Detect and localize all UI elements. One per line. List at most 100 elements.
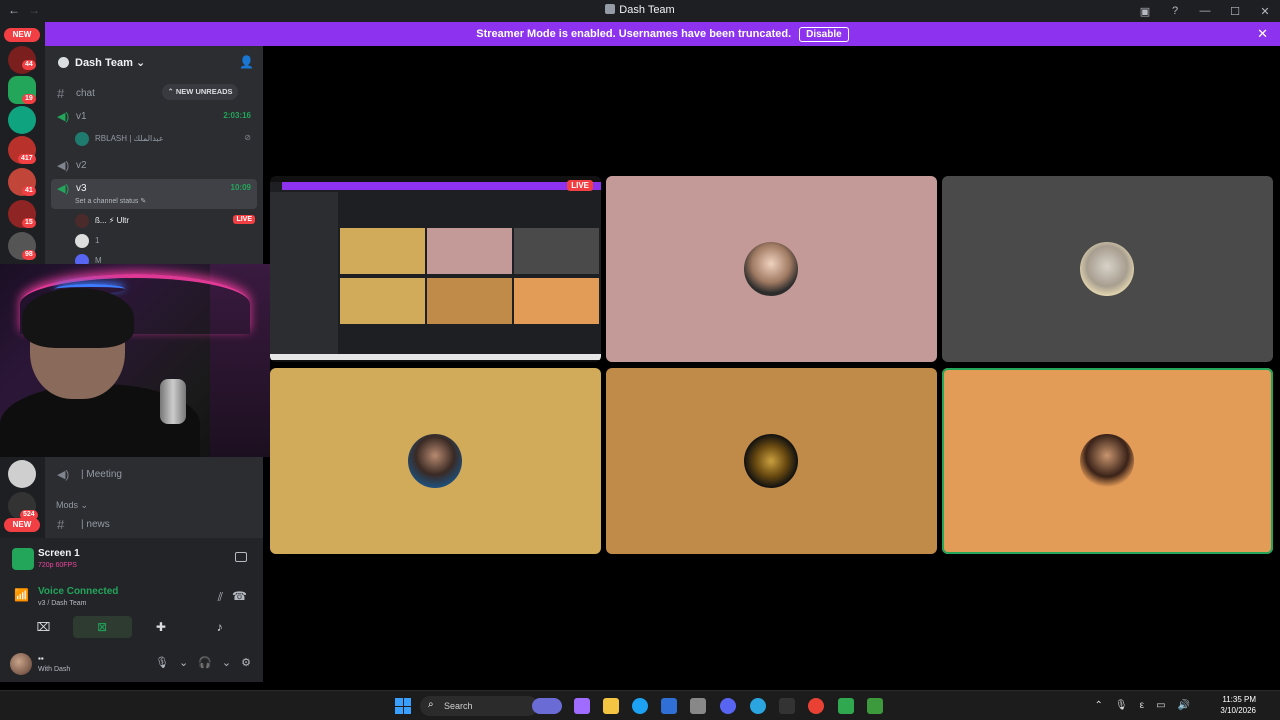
app-icon[interactable] bbox=[838, 698, 854, 714]
voice-channel-v3[interactable]: ◀) v3 10:09 Set a channel status ✎ bbox=[51, 179, 257, 209]
user-name: ▪▪ bbox=[38, 654, 44, 663]
screen-share-tile[interactable]: LIVE bbox=[270, 176, 601, 362]
start-button[interactable] bbox=[395, 698, 411, 714]
close-banner-icon[interactable]: ✕ bbox=[1257, 26, 1268, 42]
participant-tile[interactable] bbox=[270, 368, 601, 554]
channel-status[interactable]: Set a channel status ✎ bbox=[75, 197, 146, 205]
share-screen-button[interactable]: ⊠ bbox=[72, 616, 132, 638]
headphones-icon[interactable]: 🎧 bbox=[198, 656, 212, 669]
stop-stream-button[interactable] bbox=[235, 552, 247, 562]
window-title: Dash Team bbox=[0, 4, 1280, 16]
server-icon-9[interactable]: 524 bbox=[8, 492, 38, 520]
disable-button[interactable]: Disable bbox=[799, 26, 849, 42]
volume-icon[interactable]: 🔊 bbox=[1178, 700, 1190, 711]
user-avatar[interactable] bbox=[10, 653, 32, 675]
shared-screen bbox=[270, 182, 601, 360]
server-icon-4[interactable]: 417 bbox=[8, 136, 36, 164]
chevron-down-icon: ⌄ bbox=[80, 500, 89, 510]
voice-user-streamer[interactable]: ß... ⚡ Ultr LIVE bbox=[75, 212, 255, 230]
voice-channel-meeting[interactable]: ◀) | Meeting bbox=[51, 465, 257, 485]
server-icon-8[interactable] bbox=[8, 460, 36, 488]
screen-share-icon bbox=[12, 548, 34, 570]
banner-text: Streamer Mode is enabled. Usernames have… bbox=[476, 28, 792, 40]
keyboard-icon[interactable]: ε bbox=[1140, 700, 1144, 711]
inbox-icon[interactable]: ▣ bbox=[1130, 5, 1160, 18]
taskbar-search[interactable]: ⌕ Search bbox=[420, 696, 538, 716]
close-window-button[interactable]: ✕ bbox=[1250, 5, 1280, 18]
copilot-icon[interactable] bbox=[574, 698, 590, 714]
maximize-button[interactable]: ☐ bbox=[1220, 5, 1250, 18]
chevron-up-icon: ⌃ bbox=[167, 87, 174, 96]
new-indicator-top[interactable]: NEW bbox=[4, 28, 40, 42]
participant-avatar bbox=[744, 434, 798, 488]
server-icon-1[interactable]: 44 bbox=[8, 46, 36, 74]
speaker-icon: ◀) bbox=[57, 160, 70, 172]
camera-off-button[interactable]: ⌧ bbox=[14, 616, 73, 638]
category-mods[interactable]: Mods ⌄ bbox=[56, 500, 88, 511]
live-badge: LIVE bbox=[233, 215, 255, 224]
speaker-icon: ◀) bbox=[57, 469, 70, 481]
disconnect-icon[interactable]: ☎ bbox=[232, 589, 247, 603]
minecraft-icon[interactable] bbox=[867, 698, 883, 714]
activities-button[interactable]: ✚ bbox=[132, 616, 191, 638]
server-icon-6[interactable]: 15 bbox=[8, 200, 36, 228]
new-indicator-bottom[interactable]: NEW bbox=[4, 518, 40, 532]
chevron-up-icon[interactable]: ⌃ bbox=[1095, 700, 1103, 711]
server-header[interactable]: Dash Team ⌄ 👤 bbox=[45, 46, 263, 80]
chrome-icon[interactable] bbox=[808, 698, 824, 714]
shared-taskbar bbox=[270, 354, 601, 360]
help-icon[interactable]: ? bbox=[1160, 5, 1190, 17]
streamer-mode-banner: Streamer Mode is enabled. Usernames have… bbox=[45, 22, 1280, 46]
widget-icon[interactable] bbox=[532, 698, 562, 714]
participant-tile[interactable] bbox=[606, 368, 937, 554]
chevron-down-icon: ⌄ bbox=[135, 57, 146, 69]
live-tag: LIVE bbox=[567, 180, 593, 191]
voice-channel-v1[interactable]: ◀) v1 2:03:16 bbox=[51, 107, 257, 127]
voice-user-2[interactable]: 1 bbox=[75, 232, 255, 250]
server-name[interactable]: Dash Team ⌄ bbox=[75, 56, 145, 69]
server-icon-5[interactable]: 41 bbox=[8, 168, 36, 196]
mini-tile bbox=[514, 228, 599, 274]
participant-avatar bbox=[1080, 242, 1134, 296]
participant-tile-speaking[interactable] bbox=[942, 368, 1273, 554]
edge-icon[interactable] bbox=[632, 698, 648, 714]
minimize-button[interactable]: — bbox=[1190, 5, 1220, 17]
person-hair bbox=[22, 288, 134, 348]
microphone-icon[interactable]: 🎙 bbox=[1115, 700, 1128, 711]
participant-avatar bbox=[1080, 434, 1134, 488]
hash-icon: # bbox=[57, 517, 65, 532]
network-icon[interactable]: ▭ bbox=[1156, 700, 1165, 711]
terminal-icon[interactable] bbox=[779, 698, 795, 714]
channel-news[interactable]: # | news bbox=[51, 515, 257, 535]
new-unreads-pill[interactable]: ⌃ NEW UNREADS bbox=[162, 84, 238, 100]
discord-icon[interactable] bbox=[720, 698, 736, 714]
avatar bbox=[75, 132, 89, 146]
participant-tile[interactable] bbox=[942, 176, 1273, 362]
settings-gear-icon[interactable]: ⚙ bbox=[241, 656, 251, 669]
microphone bbox=[160, 379, 186, 424]
app-icon[interactable] bbox=[690, 698, 706, 714]
file-explorer-icon[interactable] bbox=[603, 698, 619, 714]
mini-tile bbox=[427, 228, 512, 274]
chevron-down-icon[interactable]: ⌄ bbox=[179, 656, 188, 669]
invite-people-icon[interactable]: 👤 bbox=[239, 55, 254, 69]
user-panel: Screen 1 720p 60FPS 📶 Voice Connected v3… bbox=[0, 538, 263, 682]
voice-channel-v2[interactable]: ◀) v2 bbox=[51, 156, 257, 176]
chevron-down-icon[interactable]: ⌄ bbox=[222, 656, 231, 669]
screen-share-bar: Screen 1 720p 60FPS bbox=[6, 546, 257, 576]
server-icon-7[interactable]: 98 bbox=[8, 232, 36, 260]
server-icon-2[interactable]: 19 bbox=[8, 76, 36, 104]
soundboard-button[interactable]: ♪ bbox=[190, 616, 249, 638]
system-tray: ⌃ 🎙 ε ▭ 🔊 bbox=[1095, 700, 1190, 711]
noise-suppression-icon[interactable]: ⫽ bbox=[218, 590, 223, 605]
microphone-icon[interactable]: 🎙 bbox=[155, 656, 169, 669]
server-badge-icon bbox=[58, 57, 69, 68]
participant-tile[interactable] bbox=[606, 176, 937, 362]
avatar bbox=[75, 214, 89, 228]
app-icon[interactable] bbox=[750, 698, 766, 714]
hash-icon: # bbox=[57, 86, 65, 101]
voice-user-v1[interactable]: RBLASH | عبدالملك ⊘ bbox=[75, 130, 255, 148]
avatar bbox=[75, 234, 89, 248]
server-icon-3[interactable] bbox=[8, 106, 36, 134]
store-icon[interactable] bbox=[661, 698, 677, 714]
